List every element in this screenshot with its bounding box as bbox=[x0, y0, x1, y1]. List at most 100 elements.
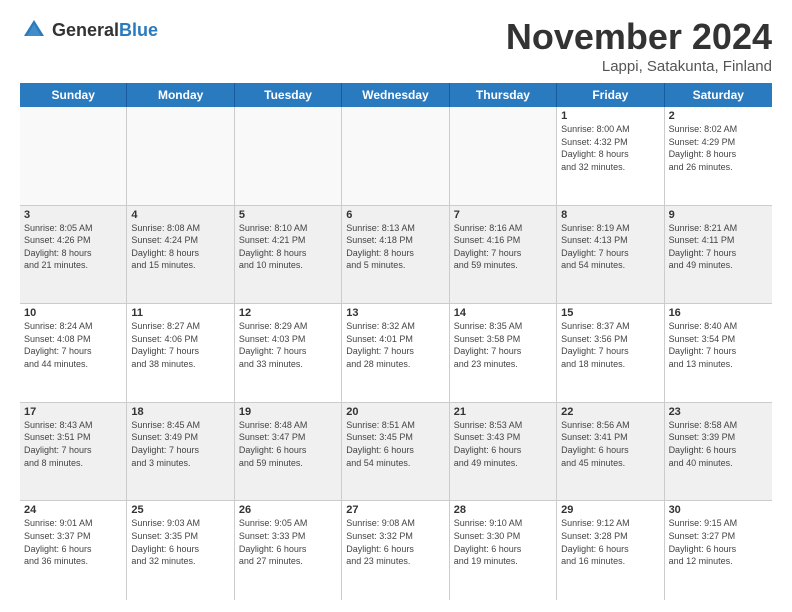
month-title: November 2024 bbox=[506, 16, 772, 58]
calendar-cell bbox=[235, 107, 342, 205]
calendar-row: 17Sunrise: 8:43 AM Sunset: 3:51 PM Dayli… bbox=[20, 403, 772, 502]
day-info: Sunrise: 8:27 AM Sunset: 4:06 PM Dayligh… bbox=[131, 320, 229, 370]
calendar-cell: 20Sunrise: 8:51 AM Sunset: 3:45 PM Dayli… bbox=[342, 403, 449, 501]
calendar-cell: 30Sunrise: 9:15 AM Sunset: 3:27 PM Dayli… bbox=[665, 501, 772, 600]
location: Lappi, Satakunta, Finland bbox=[506, 58, 772, 75]
calendar-cell: 3Sunrise: 8:05 AM Sunset: 4:26 PM Daylig… bbox=[20, 206, 127, 304]
day-number: 27 bbox=[346, 504, 444, 516]
day-number: 11 bbox=[131, 307, 229, 319]
day-info: Sunrise: 9:12 AM Sunset: 3:28 PM Dayligh… bbox=[561, 517, 659, 567]
day-info: Sunrise: 8:10 AM Sunset: 4:21 PM Dayligh… bbox=[239, 222, 337, 272]
day-number: 25 bbox=[131, 504, 229, 516]
calendar-cell: 4Sunrise: 8:08 AM Sunset: 4:24 PM Daylig… bbox=[127, 206, 234, 304]
calendar-cell: 6Sunrise: 8:13 AM Sunset: 4:18 PM Daylig… bbox=[342, 206, 449, 304]
day-number: 15 bbox=[561, 307, 659, 319]
calendar-cell: 10Sunrise: 8:24 AM Sunset: 4:08 PM Dayli… bbox=[20, 304, 127, 402]
day-number: 26 bbox=[239, 504, 337, 516]
calendar-row: 1Sunrise: 8:00 AM Sunset: 4:32 PM Daylig… bbox=[20, 107, 772, 206]
calendar-cell: 15Sunrise: 8:37 AM Sunset: 3:56 PM Dayli… bbox=[557, 304, 664, 402]
day-number: 20 bbox=[346, 406, 444, 418]
day-number: 30 bbox=[669, 504, 768, 516]
calendar-cell: 22Sunrise: 8:56 AM Sunset: 3:41 PM Dayli… bbox=[557, 403, 664, 501]
calendar-cell: 19Sunrise: 8:48 AM Sunset: 3:47 PM Dayli… bbox=[235, 403, 342, 501]
calendar-body: 1Sunrise: 8:00 AM Sunset: 4:32 PM Daylig… bbox=[20, 107, 772, 600]
logo-icon bbox=[20, 16, 48, 44]
day-number: 1 bbox=[561, 110, 659, 122]
calendar-cell: 13Sunrise: 8:32 AM Sunset: 4:01 PM Dayli… bbox=[342, 304, 449, 402]
calendar-cell: 25Sunrise: 9:03 AM Sunset: 3:35 PM Dayli… bbox=[127, 501, 234, 600]
day-info: Sunrise: 8:43 AM Sunset: 3:51 PM Dayligh… bbox=[24, 419, 122, 469]
calendar: SundayMondayTuesdayWednesdayThursdayFrid… bbox=[20, 83, 772, 600]
calendar-cell: 2Sunrise: 8:02 AM Sunset: 4:29 PM Daylig… bbox=[665, 107, 772, 205]
calendar-cell: 5Sunrise: 8:10 AM Sunset: 4:21 PM Daylig… bbox=[235, 206, 342, 304]
top-section: GeneralBlue November 2024 Lappi, Satakun… bbox=[20, 16, 772, 75]
calendar-cell: 24Sunrise: 9:01 AM Sunset: 3:37 PM Dayli… bbox=[20, 501, 127, 600]
day-info: Sunrise: 9:08 AM Sunset: 3:32 PM Dayligh… bbox=[346, 517, 444, 567]
day-info: Sunrise: 8:13 AM Sunset: 4:18 PM Dayligh… bbox=[346, 222, 444, 272]
calendar-header: SundayMondayTuesdayWednesdayThursdayFrid… bbox=[20, 83, 772, 107]
day-number: 3 bbox=[24, 209, 122, 221]
day-number: 16 bbox=[669, 307, 768, 319]
day-info: Sunrise: 8:24 AM Sunset: 4:08 PM Dayligh… bbox=[24, 320, 122, 370]
day-number: 23 bbox=[669, 406, 768, 418]
day-number: 9 bbox=[669, 209, 768, 221]
calendar-cell: 7Sunrise: 8:16 AM Sunset: 4:16 PM Daylig… bbox=[450, 206, 557, 304]
calendar-cell: 9Sunrise: 8:21 AM Sunset: 4:11 PM Daylig… bbox=[665, 206, 772, 304]
day-info: Sunrise: 8:37 AM Sunset: 3:56 PM Dayligh… bbox=[561, 320, 659, 370]
day-info: Sunrise: 9:01 AM Sunset: 3:37 PM Dayligh… bbox=[24, 517, 122, 567]
day-info: Sunrise: 8:32 AM Sunset: 4:01 PM Dayligh… bbox=[346, 320, 444, 370]
day-number: 7 bbox=[454, 209, 552, 221]
calendar-cell: 1Sunrise: 8:00 AM Sunset: 4:32 PM Daylig… bbox=[557, 107, 664, 205]
day-number: 19 bbox=[239, 406, 337, 418]
calendar-cell bbox=[127, 107, 234, 205]
day-number: 8 bbox=[561, 209, 659, 221]
day-info: Sunrise: 9:10 AM Sunset: 3:30 PM Dayligh… bbox=[454, 517, 552, 567]
calendar-page: GeneralBlue November 2024 Lappi, Satakun… bbox=[0, 0, 792, 612]
day-info: Sunrise: 8:00 AM Sunset: 4:32 PM Dayligh… bbox=[561, 123, 659, 173]
calendar-cell: 8Sunrise: 8:19 AM Sunset: 4:13 PM Daylig… bbox=[557, 206, 664, 304]
calendar-cell: 21Sunrise: 8:53 AM Sunset: 3:43 PM Dayli… bbox=[450, 403, 557, 501]
calendar-cell: 27Sunrise: 9:08 AM Sunset: 3:32 PM Dayli… bbox=[342, 501, 449, 600]
weekday-header: Monday bbox=[127, 83, 234, 107]
calendar-row: 24Sunrise: 9:01 AM Sunset: 3:37 PM Dayli… bbox=[20, 501, 772, 600]
day-info: Sunrise: 8:40 AM Sunset: 3:54 PM Dayligh… bbox=[669, 320, 768, 370]
weekday-header: Tuesday bbox=[235, 83, 342, 107]
day-info: Sunrise: 8:48 AM Sunset: 3:47 PM Dayligh… bbox=[239, 419, 337, 469]
calendar-cell bbox=[342, 107, 449, 205]
day-number: 17 bbox=[24, 406, 122, 418]
day-number: 24 bbox=[24, 504, 122, 516]
day-number: 13 bbox=[346, 307, 444, 319]
day-info: Sunrise: 8:02 AM Sunset: 4:29 PM Dayligh… bbox=[669, 123, 768, 173]
day-info: Sunrise: 8:29 AM Sunset: 4:03 PM Dayligh… bbox=[239, 320, 337, 370]
day-info: Sunrise: 8:08 AM Sunset: 4:24 PM Dayligh… bbox=[131, 222, 229, 272]
weekday-header: Friday bbox=[557, 83, 664, 107]
day-info: Sunrise: 9:03 AM Sunset: 3:35 PM Dayligh… bbox=[131, 517, 229, 567]
calendar-cell bbox=[20, 107, 127, 205]
day-number: 5 bbox=[239, 209, 337, 221]
calendar-cell: 14Sunrise: 8:35 AM Sunset: 3:58 PM Dayli… bbox=[450, 304, 557, 402]
calendar-cell: 12Sunrise: 8:29 AM Sunset: 4:03 PM Dayli… bbox=[235, 304, 342, 402]
weekday-header: Thursday bbox=[450, 83, 557, 107]
calendar-cell: 18Sunrise: 8:45 AM Sunset: 3:49 PM Dayli… bbox=[127, 403, 234, 501]
calendar-cell: 29Sunrise: 9:12 AM Sunset: 3:28 PM Dayli… bbox=[557, 501, 664, 600]
day-number: 12 bbox=[239, 307, 337, 319]
calendar-cell: 17Sunrise: 8:43 AM Sunset: 3:51 PM Dayli… bbox=[20, 403, 127, 501]
logo-general: GeneralBlue bbox=[52, 20, 158, 41]
day-number: 21 bbox=[454, 406, 552, 418]
day-info: Sunrise: 8:19 AM Sunset: 4:13 PM Dayligh… bbox=[561, 222, 659, 272]
calendar-cell: 26Sunrise: 9:05 AM Sunset: 3:33 PM Dayli… bbox=[235, 501, 342, 600]
day-info: Sunrise: 8:16 AM Sunset: 4:16 PM Dayligh… bbox=[454, 222, 552, 272]
day-number: 2 bbox=[669, 110, 768, 122]
calendar-row: 3Sunrise: 8:05 AM Sunset: 4:26 PM Daylig… bbox=[20, 206, 772, 305]
title-section: November 2024 Lappi, Satakunta, Finland bbox=[506, 16, 772, 75]
day-info: Sunrise: 8:58 AM Sunset: 3:39 PM Dayligh… bbox=[669, 419, 768, 469]
day-info: Sunrise: 8:56 AM Sunset: 3:41 PM Dayligh… bbox=[561, 419, 659, 469]
day-info: Sunrise: 8:05 AM Sunset: 4:26 PM Dayligh… bbox=[24, 222, 122, 272]
day-number: 28 bbox=[454, 504, 552, 516]
day-info: Sunrise: 9:15 AM Sunset: 3:27 PM Dayligh… bbox=[669, 517, 768, 567]
day-info: Sunrise: 8:35 AM Sunset: 3:58 PM Dayligh… bbox=[454, 320, 552, 370]
calendar-cell: 16Sunrise: 8:40 AM Sunset: 3:54 PM Dayli… bbox=[665, 304, 772, 402]
day-info: Sunrise: 8:53 AM Sunset: 3:43 PM Dayligh… bbox=[454, 419, 552, 469]
calendar-row: 10Sunrise: 8:24 AM Sunset: 4:08 PM Dayli… bbox=[20, 304, 772, 403]
calendar-cell: 11Sunrise: 8:27 AM Sunset: 4:06 PM Dayli… bbox=[127, 304, 234, 402]
